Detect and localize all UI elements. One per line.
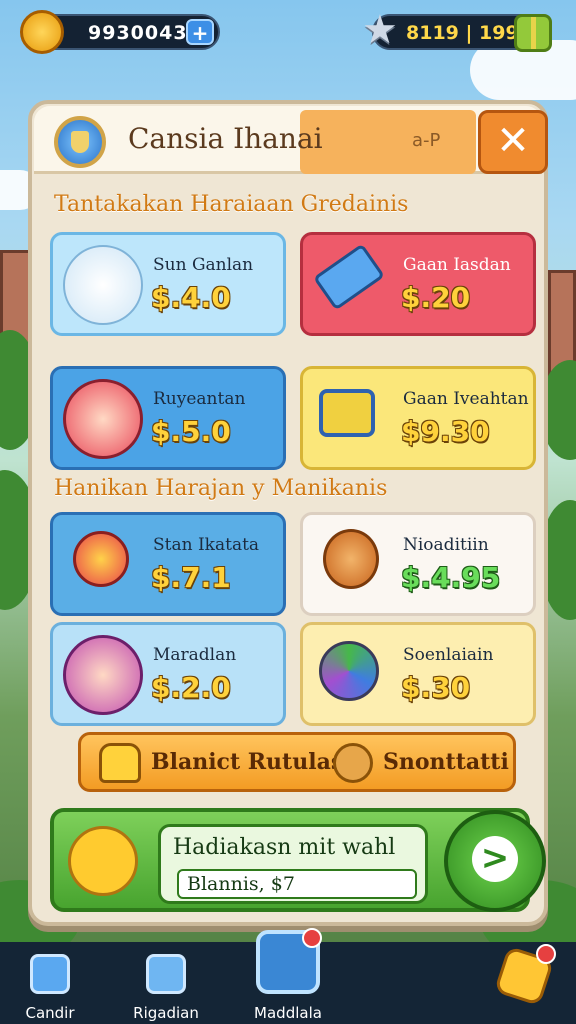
nav-label: Maddlala [254,1004,322,1022]
item-price: $.7.1 [151,561,231,594]
nav-item-rigadian[interactable]: Rigadian [116,950,216,1024]
item-name: Gaan Iasdan [403,255,511,275]
ticket-icon [312,243,386,311]
shop-item-card[interactable]: Soenlaiain $.30 [300,622,536,726]
coin-value: 99300439 [88,22,202,44]
item-name: Ruyeantan [153,389,246,409]
add-coins-button[interactable]: + [186,19,214,45]
item-price: $.20 [401,281,471,314]
coin-icon [20,10,64,54]
gift-icon[interactable] [514,14,552,52]
item-price: $.30 [401,671,471,704]
title-tab [300,110,476,174]
shield-icon [54,116,106,168]
offer-banner[interactable]: Blanict Rutulas Snonttatti [78,732,516,792]
orb-icon [319,641,379,701]
panel-title: Cansia Ihanai [128,122,323,155]
banner-right-label: Snonttatti [383,749,509,775]
item-name: Stan Ikatata [153,535,260,555]
item-price: $.5.0 [151,415,231,448]
promo-box: Hadiakasn mit wahl Blannis, $7 [158,824,428,904]
arrow-right-icon: > [472,836,518,882]
panel-header: Cansia Ihanai a-P ✕ [34,106,548,174]
home-icon [30,954,70,994]
star-counter: ★ 8119 | 1999 [362,8,552,52]
item-name: Nioaditiin [403,535,489,555]
chick-icon [333,743,373,783]
snail-icon [323,529,379,589]
sun-mascot-icon [68,826,138,896]
go-button[interactable]: > [444,810,546,912]
item-price: $.4.95 [401,561,501,594]
item-price: $.2.0 [151,671,231,704]
shop-item-card[interactable]: Maradlan $.2.0 [50,622,286,726]
item-price: $.4.0 [151,281,231,314]
promo-panel: Hadiakasn mit wahl Blannis, $7 > [50,808,546,912]
camera-icon[interactable] [256,928,322,994]
promo-field[interactable]: Blannis, $7 [177,869,417,899]
shop-item-card[interactable]: Gaan Iasdan $.20 [300,232,536,336]
item-name: Gaan Iveahtan [403,389,529,409]
medal-icon [73,531,129,587]
character-icon [63,635,143,715]
promo-text: Hadiakasn mit wahl [173,835,396,860]
shop-item-card[interactable]: Gaan Iveahtan $9.30 [300,366,536,470]
title-tag: a-P [412,130,441,151]
shop-item-card[interactable]: Stan Ikatata $.7.1 [50,512,286,616]
shop-item-card[interactable]: Nioaditiin $.4.95 [300,512,536,616]
coin-counter: 99300439 + [20,10,220,54]
notification-badge [536,944,556,964]
shop-item-card[interactable]: Sun Ganlan $.4.0 [50,232,286,336]
close-button[interactable]: ✕ [478,110,548,174]
item-name: Soenlaiain [403,645,494,665]
section-title: Tantakakan Haraiaan Gredainis [54,192,409,217]
banner-left-label: Blanict Rutulas [151,749,344,775]
item-price: $9.30 [401,415,490,448]
top-bar: 99300439 + ★ 8119 | 1999 [0,0,576,64]
nav-label: Candir [25,1004,75,1022]
item-name: Maradlan [153,645,237,665]
shop-item-card[interactable]: Ruyeantan $.5.0 [50,366,286,470]
item-name: Sun Ganlan [153,255,254,275]
section-title: Hanikan Harajan y Manikanis [54,476,388,501]
map-icon [146,954,186,994]
nav-item-candir[interactable]: Candir [0,950,100,1024]
character-icon [63,379,143,459]
notification-badge [302,928,322,948]
envelope-icon [319,389,375,437]
nav-label: Rigadian [133,1004,199,1022]
promo-value: Blannis, $7 [187,873,295,895]
star-icon: ★ [362,7,398,53]
shop-panel: Cansia Ihanai a-P ✕ Tantakakan Haraiaan … [28,100,548,926]
character-icon [63,245,143,325]
bell-icon [99,743,141,783]
